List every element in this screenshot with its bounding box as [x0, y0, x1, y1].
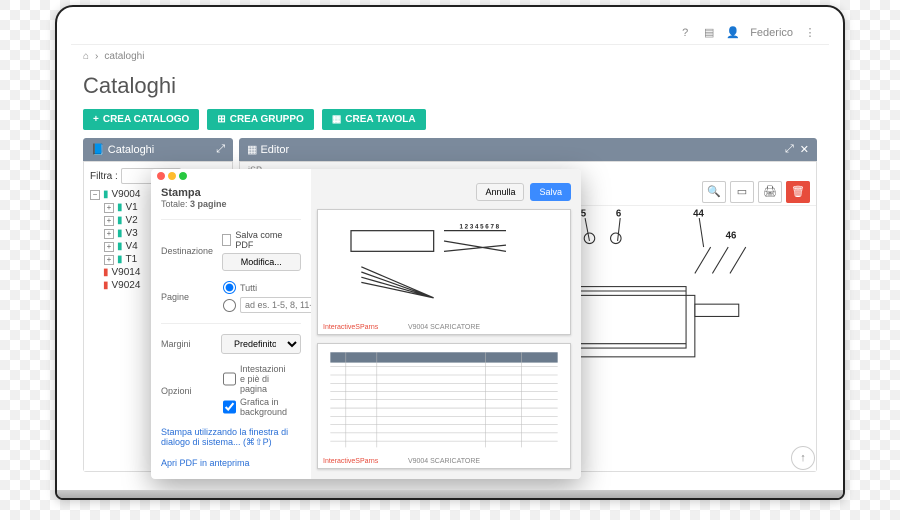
dialog-title: Stampa — [161, 187, 301, 199]
doc-icon: ▮ — [117, 202, 123, 213]
breadcrumb-item[interactable]: cataloghi — [104, 51, 144, 62]
editor-header: ▦ Editor ⤢✕ — [239, 138, 817, 161]
image-icon: ▦ — [332, 114, 341, 125]
close-icon[interactable]: ✕ — [800, 143, 809, 156]
save-button[interactable]: Salva — [530, 183, 571, 201]
tree-icon: ⊞ — [217, 114, 225, 125]
svg-text:1 2 3 4 5 6 7 8: 1 2 3 4 5 6 7 8 — [460, 224, 500, 231]
destination-value: Salva come PDF — [235, 230, 301, 250]
preview-page-2: InteractiveSParns V9004 SCARICATORE — [317, 343, 571, 469]
destination-label: Destinazione — [161, 246, 216, 256]
plus-icon: + — [93, 114, 99, 125]
doc-icon: ▮ — [117, 241, 123, 252]
doc-icon: ▮ — [117, 215, 123, 226]
svg-text:46: 46 — [726, 230, 737, 241]
opt-bg-checkbox[interactable] — [223, 397, 236, 417]
opt-headers-checkbox[interactable] — [223, 364, 236, 394]
pages-label: Pagine — [161, 292, 217, 302]
home-icon[interactable]: ⌂ — [83, 51, 89, 62]
layers-icon[interactable]: ▤ — [702, 26, 716, 40]
pages-range-input[interactable] — [240, 297, 320, 313]
doc-icon: ▮ — [103, 189, 109, 200]
options-label: Opzioni — [161, 386, 217, 396]
help-icon[interactable]: ? — [678, 26, 692, 40]
menu-icon[interactable]: ⋮ — [803, 26, 817, 40]
image-icon: ▦ — [247, 144, 257, 156]
svg-text:5: 5 — [581, 208, 587, 219]
pages-range-radio[interactable] — [223, 299, 236, 312]
expand-icon[interactable]: ⤢ — [216, 143, 225, 156]
margins-label: Margini — [161, 339, 215, 349]
print-dialog: Stampa Totale: 3 pagine Destinazione Sal… — [151, 169, 581, 479]
user-icon[interactable]: 👤 — [726, 26, 740, 40]
system-dialog-link[interactable]: Stampa utilizzando la finestra di dialog… — [161, 427, 301, 448]
filter-label: Filtra : — [90, 171, 118, 182]
page-title: Cataloghi — [71, 67, 829, 109]
scroll-top-button[interactable]: ↑ — [791, 446, 815, 470]
margins-select[interactable]: Predefinito — [221, 334, 301, 354]
user-label[interactable]: Federico — [750, 27, 793, 39]
pages-all-radio[interactable] — [223, 281, 236, 294]
pdf-icon — [222, 234, 232, 246]
open-preview-link[interactable]: Apri PDF in anteprima — [161, 458, 301, 468]
topbar: ? ▤ 👤 Federico ⋮ — [71, 21, 829, 45]
create-group-button[interactable]: ⊞CREA GRUPPO — [207, 109, 313, 130]
modify-button[interactable]: Modifica... — [222, 253, 301, 271]
catalogs-header: 📘 Cataloghi ⤢ — [83, 138, 233, 161]
doc-icon: ▮ — [117, 254, 123, 265]
cancel-button[interactable]: Annulla — [476, 183, 524, 201]
svg-text:44: 44 — [693, 208, 704, 219]
doc-icon: ▮ — [117, 228, 123, 239]
create-table-button[interactable]: ▦CREA TAVOLA — [322, 109, 426, 130]
book-icon: 📘 — [91, 144, 105, 156]
doc-icon: ▮ — [103, 267, 109, 278]
create-catalog-button[interactable]: +CREA CATALOGO — [83, 109, 199, 130]
preview-page-1: 1 2 3 4 5 6 7 8 InteractiveSParns V9004 … — [317, 209, 571, 335]
doc-icon: ▮ — [103, 280, 109, 291]
expand-icon[interactable]: ⤢ — [785, 143, 794, 156]
breadcrumb: ⌂ › cataloghi — [71, 45, 829, 67]
svg-text:6: 6 — [616, 208, 622, 219]
action-bar: +CREA CATALOGO ⊞CREA GRUPPO ▦CREA TAVOLA — [71, 109, 829, 138]
